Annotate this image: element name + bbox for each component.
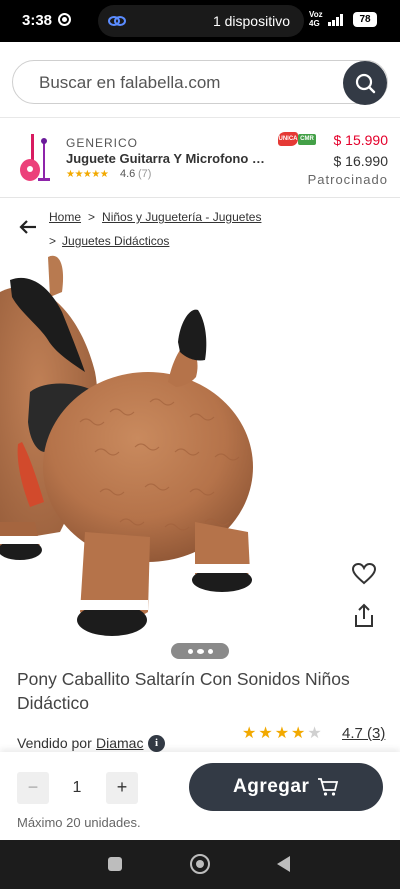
add-to-cart-label: Agregar <box>233 776 310 797</box>
device-count-text: 1 dispositivo <box>212 13 290 29</box>
breadcrumb-separator: > <box>88 210 96 224</box>
home-icon[interactable] <box>190 854 210 874</box>
heart-icon[interactable] <box>350 560 378 588</box>
search-input[interactable]: Buscar en falabella.com <box>12 60 388 105</box>
sponsored-brand: GENERICO <box>66 136 139 150</box>
sponsored-review-count: (7) <box>138 168 152 180</box>
max-units-note: Máximo 20 unidades. <box>17 815 141 830</box>
carousel-dot <box>188 649 193 654</box>
network-label-4g: 4G <box>309 19 320 28</box>
search-placeholder: Buscar en falabella.com <box>39 73 221 92</box>
star-filled-icon: ★ <box>258 725 273 742</box>
search-button[interactable] <box>343 61 387 105</box>
star-filled-icon: ★ <box>291 725 306 742</box>
breadcrumb-row-1: Home > Niños y Juguetería - Juguetes <box>49 210 261 224</box>
add-to-cart-button[interactable]: Agregar <box>189 763 383 811</box>
rating-link[interactable]: 4.7 (3) <box>342 725 385 742</box>
status-bar: 3:38 1 dispositivo Voz 4G 78 <box>0 0 400 42</box>
breadcrumb-separator: > <box>49 234 57 248</box>
breadcrumb-subcategory[interactable]: Juguetes Didácticos <box>62 234 169 248</box>
search-header: Buscar en falabella.com <box>0 42 400 118</box>
seller-label: Vendido por <box>17 735 92 751</box>
back-icon[interactable] <box>277 856 290 872</box>
star-empty-icon: ★ <box>307 725 322 742</box>
sponsored-title[interactable]: Juguete Guitarra Y Microfono Mu... <box>66 151 271 166</box>
seller-link[interactable]: Diamac <box>96 735 143 751</box>
carousel-indicator[interactable] <box>171 643 229 659</box>
pony-product-image <box>0 255 253 636</box>
sponsored-label: Patrocinado <box>307 172 388 187</box>
purchase-bar: − 1 + Máximo 20 unidades. Agregar <box>0 752 400 840</box>
unica-badge: UNICA <box>278 132 298 146</box>
cart-icon <box>318 778 339 796</box>
star-filled-icon: ★ <box>274 725 290 742</box>
quantity-increase-button[interactable]: + <box>106 772 138 804</box>
quantity-value[interactable]: 1 <box>60 772 94 804</box>
carousel-dot-active <box>197 649 204 654</box>
settings-status-icon <box>58 13 71 26</box>
breadcrumb-row-2: > Juguetes Didácticos <box>49 234 169 248</box>
sponsored-rating: 4.6 <box>120 168 136 180</box>
quantity-decrease-button[interactable]: − <box>17 772 49 804</box>
cmr-badge: CMR <box>298 134 316 145</box>
sponsored-product-card[interactable]: GENERICO Juguete Guitarra Y Microfono Mu… <box>0 120 400 198</box>
product-title: Pony Caballito Saltarín Con Sonidos Niño… <box>17 669 350 713</box>
signal-icon <box>328 13 343 26</box>
star-filled-icon: ★ <box>242 725 257 742</box>
rating-stars: ★ ★ ★ ★ ★ <box>242 726 322 742</box>
sponsored-stars: ★★★★★ <box>66 169 109 180</box>
device-connection-pill[interactable]: 1 dispositivo <box>98 5 304 37</box>
share-icon[interactable] <box>350 602 378 630</box>
product-image-carousel[interactable] <box>0 252 400 662</box>
arrow-left-icon[interactable] <box>16 215 40 239</box>
carousel-dot <box>208 649 213 654</box>
recent-apps-icon[interactable] <box>108 857 122 871</box>
info-icon[interactable]: i <box>148 735 165 752</box>
sponsored-price-normal: $ 16.990 <box>333 153 389 169</box>
breadcrumb-home[interactable]: Home <box>49 210 81 224</box>
link-icon <box>108 16 126 26</box>
battery-icon: 78 <box>353 12 377 27</box>
status-time: 3:38 <box>22 12 53 29</box>
search-icon <box>355 73 376 94</box>
network-type: Voz 4G <box>309 10 323 28</box>
breadcrumb-category[interactable]: Niños y Juguetería - Juguetes <box>102 210 261 224</box>
product-page: 3:38 1 dispositivo Voz 4G 78 Buscar en f… <box>0 0 400 889</box>
sponsored-price-cmr: $ 15.990 <box>333 132 389 148</box>
system-nav-bar <box>0 840 400 889</box>
guitar-toy-thumbnail <box>20 134 50 181</box>
network-label-voz: Voz <box>309 10 323 19</box>
